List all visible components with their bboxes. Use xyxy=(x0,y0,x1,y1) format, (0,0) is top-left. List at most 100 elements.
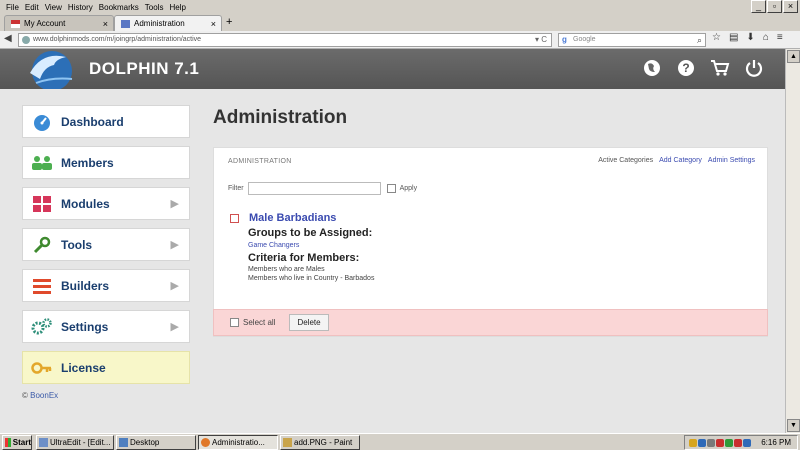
dashboard-icon xyxy=(31,112,53,132)
download-icon[interactable]: ⬇ xyxy=(746,32,754,43)
filter-label: Filter xyxy=(228,185,244,192)
new-tab-icon[interactable]: + xyxy=(226,16,232,28)
task-ultraedit[interactable]: UltraEdit - [Edit... xyxy=(36,435,114,450)
url-bar[interactable]: www.dolphinmods.com/m/joingrp/administra… xyxy=(18,33,552,47)
select-all-label: Select all xyxy=(243,318,276,327)
power-icon[interactable] xyxy=(744,58,764,78)
entry-checkbox[interactable] xyxy=(230,213,239,223)
scroll-down-icon[interactable]: ▼ xyxy=(787,419,800,432)
task-firefox[interactable]: Administratio... xyxy=(198,435,278,450)
key-icon xyxy=(31,358,53,378)
apply-checkbox[interactable] xyxy=(386,184,396,193)
help-icon[interactable]: ? xyxy=(676,58,696,78)
search-icon[interactable]: ⌕ xyxy=(697,34,702,46)
page-scrollbar[interactable]: ▲ ▼ xyxy=(785,49,800,433)
bookmark-star-icon[interactable]: ☆ xyxy=(712,32,721,43)
criteria-heading: Criteria for Members: xyxy=(248,252,360,264)
reload-icon[interactable]: ▾ C xyxy=(535,34,547,46)
apply-label: Apply xyxy=(399,185,418,192)
menu-icon[interactable]: ≡ xyxy=(777,32,783,43)
menu-help[interactable]: Help xyxy=(169,3,185,12)
delete-button[interactable]: Delete xyxy=(289,314,329,331)
sidebar-item-modules[interactable]: Modules ▶ xyxy=(22,187,190,220)
clock: 6:16 PM xyxy=(761,438,791,447)
close-icon[interactable]: × xyxy=(783,0,798,13)
sidebar-item-label: Builders xyxy=(61,278,110,293)
sidebar-item-tools[interactable]: Tools ▶ xyxy=(22,228,190,261)
tab-close-icon[interactable]: × xyxy=(103,19,108,29)
tray-icon[interactable] xyxy=(689,439,697,447)
menu-history[interactable]: History xyxy=(68,3,93,12)
active-categories-tab[interactable]: Active Categories xyxy=(598,157,653,164)
dolphin-logo-icon[interactable] xyxy=(22,43,80,91)
select-all-checkbox[interactable] xyxy=(230,318,239,327)
sidebar-item-dashboard[interactable]: Dashboard xyxy=(22,105,190,138)
restore-icon[interactable]: ▫ xyxy=(767,0,782,13)
tab-administration[interactable]: Administration × xyxy=(114,15,222,31)
ultraedit-icon xyxy=(39,438,48,447)
menu-bookmarks[interactable]: Bookmarks xyxy=(99,3,139,12)
sidebar-item-builders[interactable]: Builders ▶ xyxy=(22,269,190,302)
sidebar-item-label: License xyxy=(61,360,106,375)
sidebar-item-members[interactable]: Members xyxy=(22,146,190,179)
tab-label: My Account xyxy=(24,19,66,28)
minimize-icon[interactable]: _ xyxy=(751,0,766,13)
sidebar-menu: Dashboard Members Modules ▶ Tools ▶ Buil… xyxy=(22,105,190,392)
panel-links: Active Categories Add Category Admin Set… xyxy=(598,157,755,164)
category-name-link[interactable]: Male Barbadians xyxy=(249,212,336,224)
chevron-right-icon: ▶ xyxy=(170,239,179,251)
chevron-right-icon: ▶ xyxy=(170,198,179,210)
category-entry: Male Barbadians Groups to be Assigned: G… xyxy=(230,212,374,282)
bookmarks-icon[interactable]: ▤ xyxy=(729,32,738,43)
firefox-icon xyxy=(201,438,210,447)
menu-view[interactable]: View xyxy=(45,3,62,12)
chevron-right-icon: ▶ xyxy=(170,280,179,292)
tab-my-account[interactable]: My Account × xyxy=(4,15,114,31)
sidebar-item-label: Settings xyxy=(61,319,109,334)
tray-icon[interactable] xyxy=(725,439,733,447)
task-desktop[interactable]: Desktop xyxy=(116,435,196,450)
tray-icon[interactable] xyxy=(734,439,742,447)
home-icon[interactable]: ⌂ xyxy=(763,32,769,43)
scroll-up-icon[interactable]: ▲ xyxy=(787,50,800,63)
google-icon: g xyxy=(562,35,567,44)
menu-file[interactable]: File xyxy=(6,3,19,12)
wrench-icon xyxy=(31,235,53,255)
tray-icon[interactable] xyxy=(743,439,751,447)
add-category-link[interactable]: Add Category xyxy=(659,157,702,164)
sidebar-item-label: Modules xyxy=(61,196,110,211)
filter-input[interactable] xyxy=(247,182,381,195)
globe-icon[interactable] xyxy=(642,58,662,78)
start-button[interactable]: Start xyxy=(2,435,32,450)
back-icon[interactable]: ◀ xyxy=(4,33,12,44)
menu-tools[interactable]: Tools xyxy=(145,3,164,12)
search-input[interactable]: g Google ⌕ xyxy=(558,33,706,47)
tab-close-icon[interactable]: × xyxy=(211,19,216,29)
group-link[interactable]: Game Changers xyxy=(248,242,374,249)
flag-icon xyxy=(11,19,20,28)
modules-icon xyxy=(31,194,53,214)
admin-settings-link[interactable]: Admin Settings xyxy=(708,157,755,164)
tab-bar: My Account × Administration × + xyxy=(0,14,800,31)
copyright: © BoonEx xyxy=(22,391,58,400)
tray-icons xyxy=(689,439,751,447)
app-header: DOLPHIN 7.1 ? xyxy=(0,49,800,91)
start-label: Start xyxy=(12,438,31,447)
svg-text:?: ? xyxy=(682,61,689,75)
tray-icon[interactable] xyxy=(716,439,724,447)
boonex-link[interactable]: BoonEx xyxy=(30,391,58,400)
system-tray: 6:16 PM xyxy=(684,435,798,450)
cart-icon[interactable] xyxy=(710,58,730,78)
sidebar-item-license[interactable]: License xyxy=(22,351,190,384)
browser-menu-bar: File Edit View History Bookmarks Tools H… xyxy=(0,0,800,14)
sidebar-item-settings[interactable]: Settings ▶ xyxy=(22,310,190,343)
groups-heading: Groups to be Assigned: xyxy=(248,227,373,239)
app-title: DOLPHIN 7.1 xyxy=(89,59,200,78)
paint-icon xyxy=(283,438,292,447)
tab-label: Administration xyxy=(134,19,185,28)
menu-edit[interactable]: Edit xyxy=(25,3,39,12)
desktop-icon xyxy=(119,438,128,447)
tray-icon[interactable] xyxy=(707,439,715,447)
task-paint[interactable]: add.PNG - Paint xyxy=(280,435,360,450)
tray-icon[interactable] xyxy=(698,439,706,447)
